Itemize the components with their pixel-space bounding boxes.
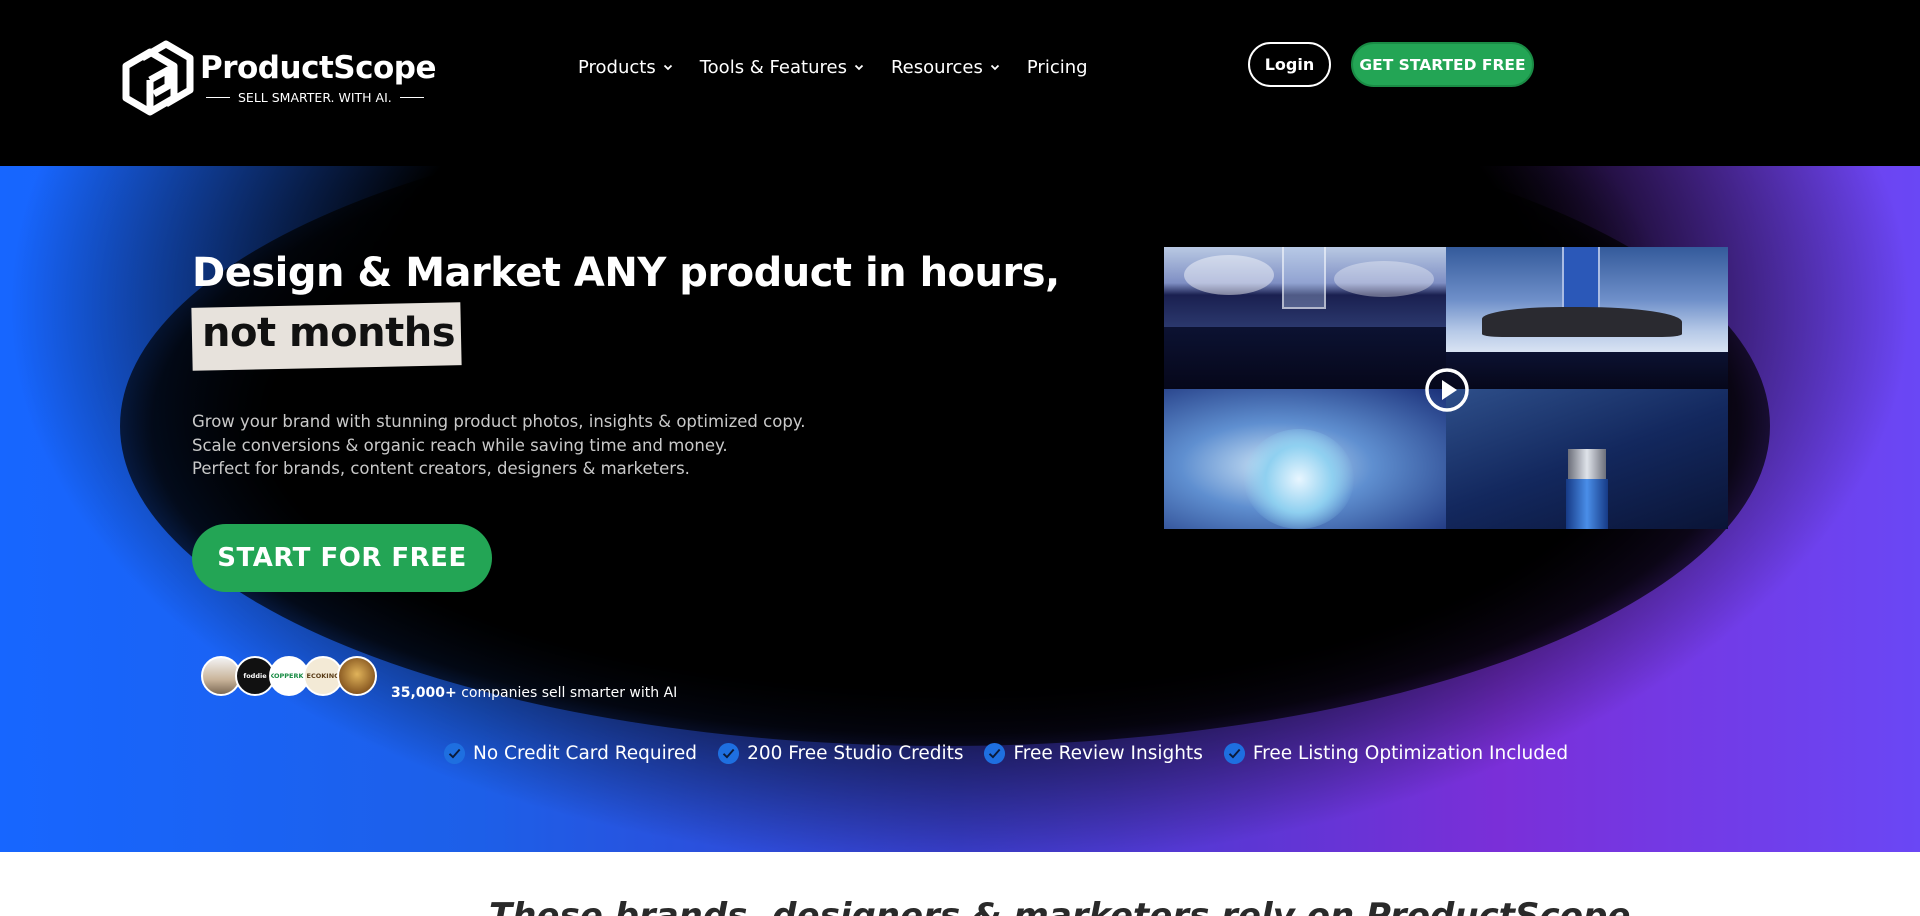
get-started-button[interactable]: GET STARTED FREE [1351,42,1534,87]
check-circle-icon [984,742,1006,765]
check-circle-icon [1223,742,1245,765]
main-nav: Products Tools & Features Resources Pric… [578,52,1088,82]
chevron-down-icon [663,64,672,71]
video-tile-perfume-rock [1446,247,1728,352]
login-button[interactable]: Login [1248,42,1331,87]
trust-section: These brands, designers & marketers rely… [0,852,1920,916]
product-video[interactable] [1164,247,1728,529]
nav-item-products[interactable]: Products [578,57,674,78]
brand-tagline: SELL SMARTER. WITH AI. [206,90,424,105]
nav-item-pricing[interactable]: Pricing [1027,57,1088,78]
customer-avatars: foddie KOPPERKO ECOKING [201,656,391,700]
check-circle-icon [443,742,466,765]
hero-subtext-line: Grow your brand with stunning product ph… [192,412,806,431]
chevron-down-icon [854,64,864,71]
nav-item-tools-features[interactable]: Tools & Features [700,57,865,78]
hero-subtext-line: Scale conversions & organic reach while … [192,435,728,455]
video-tile-serum-bottle [1446,389,1728,529]
benefit-item: Free Listing Optimization Included [1223,742,1568,765]
productscope-logo-icon [122,40,194,116]
hero-headline-highlight: not months [202,310,456,356]
hero-subtext-line: Perfect for brands, content creators, de… [192,459,690,478]
brand-logo[interactable]: ProductScope SELL SMARTER. WITH AI. [120,36,436,126]
video-tile-splash [1164,389,1446,529]
video-divider [1164,327,1446,389]
start-for-free-button[interactable]: START FOR FREE [192,524,492,592]
benefit-item: No Credit Card Required [443,742,697,765]
play-icon[interactable] [1424,367,1470,413]
benefit-item: 200 Free Studio Credits [717,742,963,765]
hero-headline: Design & Market ANY product in hours, [192,250,1060,296]
hero-subtext: Grow your brand with stunning product ph… [192,410,832,481]
site-header: ProductScope SELL SMARTER. WITH AI. Prod… [0,0,1920,166]
benefit-item: Free Review Insights [983,742,1203,765]
social-proof-text: 35,000+ companies sell smarter with AI [391,685,678,701]
check-circle-icon [718,742,740,765]
video-divider [1446,352,1728,389]
brand-name: ProductScope [200,50,436,86]
trust-heading: These brands, designers & marketers rely… [489,896,1631,916]
nav-item-resources[interactable]: Resources [891,57,1001,78]
avatar [337,656,377,696]
video-tile-perfume-clouds [1164,247,1446,327]
chevron-down-icon [990,64,1000,71]
benefit-checklist: No Credit Card Required 200 Free Studio … [443,742,1568,765]
